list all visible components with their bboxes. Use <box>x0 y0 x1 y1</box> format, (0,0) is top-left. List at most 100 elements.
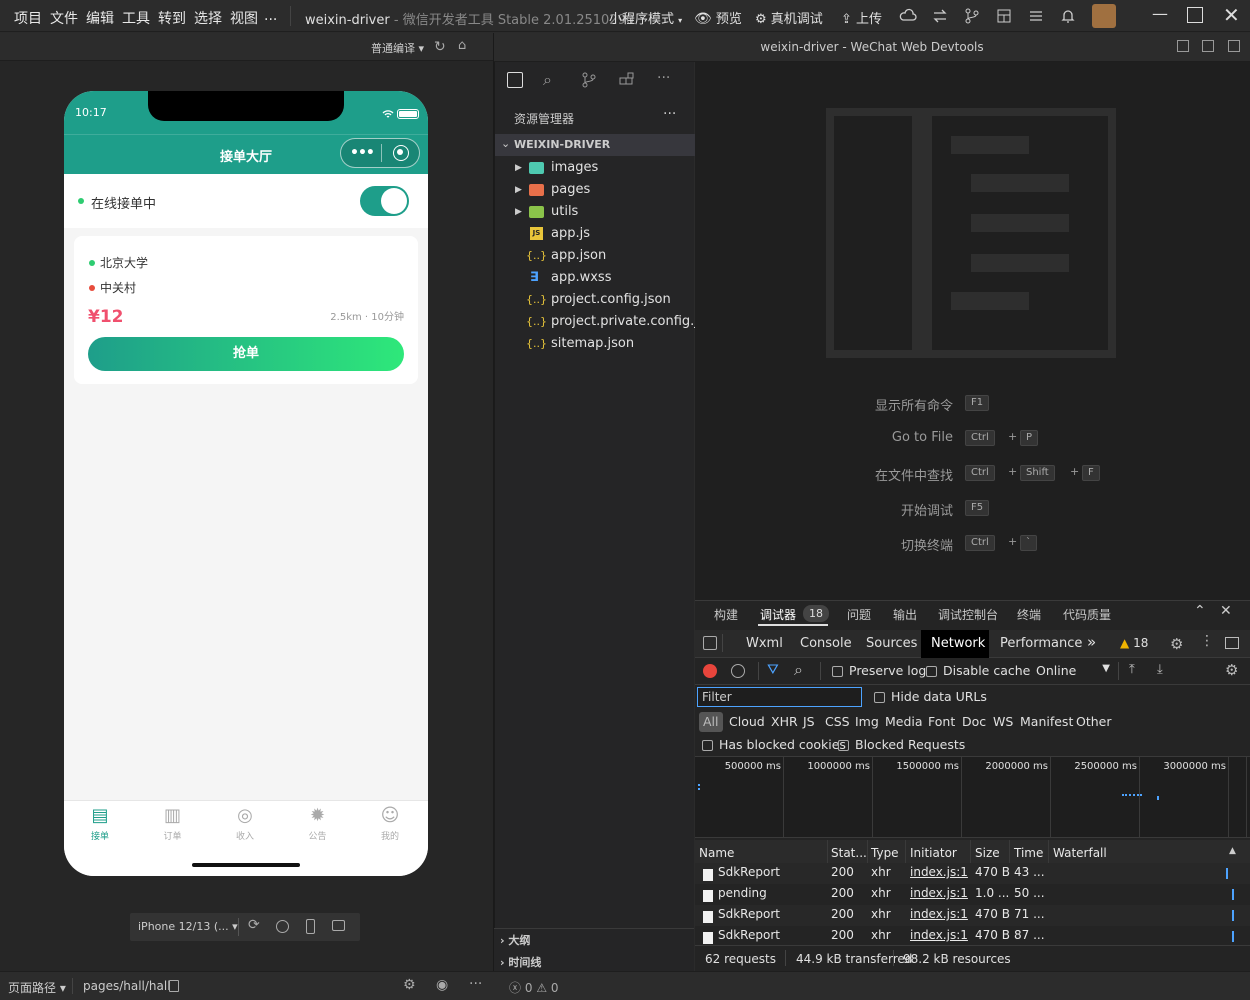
tab-sources[interactable]: Sources <box>866 636 917 651</box>
filter-icon[interactable]: ⛛ <box>767 662 779 678</box>
more-dots-icon[interactable]: ••• <box>350 145 375 161</box>
has-blocked-cookies-checkbox[interactable]: Has blocked cookies <box>702 737 846 752</box>
file-item[interactable]: {..} project.config.json <box>495 289 695 311</box>
filter-manifest[interactable]: Manifest <box>1020 714 1073 729</box>
search-icon[interactable]: ⌕ <box>794 660 803 680</box>
file-item[interactable]: {..} project.private.config.js... <box>495 311 717 333</box>
request-name[interactable]: SdkReport <box>718 928 780 942</box>
file-item[interactable]: ▶ images <box>495 157 695 179</box>
column-header[interactable]: Waterfall <box>1053 846 1107 860</box>
extensions-icon[interactable] <box>619 72 635 88</box>
request-name[interactable]: pending <box>718 886 767 900</box>
phone-icon[interactable] <box>306 919 315 934</box>
tab-4[interactable]: ☺ 我的 <box>360 805 420 847</box>
inspect-icon[interactable] <box>703 636 717 650</box>
copy-icon[interactable] <box>169 980 179 992</box>
bug-icon[interactable]: ⚙ <box>403 977 416 993</box>
more-icon[interactable]: ··· <box>657 70 670 86</box>
files-icon[interactable] <box>507 72 523 88</box>
tab-build[interactable]: 构建 <box>714 606 738 623</box>
close-icon[interactable]: ✕ <box>1223 3 1240 27</box>
filter-xhr[interactable]: XHR <box>771 714 798 729</box>
tab-output[interactable]: 输出 <box>893 606 917 623</box>
menu-file[interactable]: 文件 <box>50 8 78 28</box>
filter-img[interactable]: Img <box>855 714 879 729</box>
request-initiator[interactable]: index.js:1 <box>910 928 968 942</box>
column-header[interactable]: Stat... <box>831 846 867 860</box>
problems-indicator[interactable]: ⓧ 0 ⚠ 0 <box>509 979 559 996</box>
sort-asc-icon[interactable]: ▲ <box>1229 846 1236 856</box>
outline-section[interactable]: › 大纲 <box>500 932 530 948</box>
request-initiator[interactable]: index.js:1 <box>910 865 968 879</box>
toggle-panel-icon[interactable] <box>1202 40 1214 52</box>
mode-select[interactable]: 小程序模式 ▾ <box>609 8 682 27</box>
menu-project[interactable]: 项目 <box>14 8 42 28</box>
more-icon[interactable]: ··· <box>469 976 482 992</box>
minimize-icon[interactable]: — <box>1152 4 1168 23</box>
file-item[interactable]: ▶ utils <box>495 201 695 223</box>
preserve-log-checkbox[interactable]: Preserve log <box>832 663 926 678</box>
filter-ws[interactable]: WS <box>993 714 1013 729</box>
popout-icon[interactable] <box>332 920 345 931</box>
maximize-icon[interactable] <box>1187 7 1203 23</box>
branch-icon[interactable] <box>963 7 981 25</box>
filter-cloud[interactable]: Cloud <box>729 714 765 729</box>
filter-doc[interactable]: Doc <box>962 714 986 729</box>
cloud-icon[interactable] <box>899 7 917 25</box>
request-name[interactable]: SdkReport <box>718 865 780 879</box>
avatar[interactable] <box>1092 4 1116 28</box>
timeline-section[interactable]: › 时间线 <box>500 954 541 970</box>
menu-edit[interactable]: 编辑 <box>86 8 114 28</box>
menu-select[interactable]: 选择 <box>194 8 222 28</box>
column-header[interactable]: Type <box>871 846 899 860</box>
tab-0[interactable]: ▤ 接单 <box>70 805 130 847</box>
tab-debug-console[interactable]: 调试控制台 <box>938 606 998 623</box>
file-item[interactable]: {..} app.json <box>495 245 695 267</box>
tab-2[interactable]: ◎ 收入 <box>215 805 275 847</box>
export-har-icon[interactable]: ⤓ <box>1157 662 1163 677</box>
file-item[interactable]: {..} sitemap.json <box>495 333 695 355</box>
remote-debug-button[interactable]: ⚙ 真机调试 <box>755 8 823 27</box>
filter-all[interactable]: All <box>699 712 723 732</box>
refresh-icon[interactable]: ↻ <box>434 39 446 55</box>
tab-debugger[interactable]: 调试器 <box>760 606 796 623</box>
switch-icon[interactable] <box>931 7 949 25</box>
column-header[interactable]: Initiator <box>910 846 957 860</box>
filter-js[interactable]: JS <box>803 714 815 729</box>
bell-icon[interactable] <box>1059 7 1077 25</box>
eye-icon[interactable]: ◉ <box>436 977 448 993</box>
close-panel-icon[interactable]: ✕ <box>1220 603 1232 619</box>
file-item[interactable]: JS app.js <box>495 223 695 245</box>
request-name[interactable]: SdkReport <box>718 907 780 921</box>
tab-code-quality[interactable]: 代码质量 <box>1063 606 1111 623</box>
blocked-requests-checkbox[interactable]: Blocked Requests <box>838 737 965 752</box>
kebab-menu-icon[interactable]: ⋮ <box>1200 633 1214 649</box>
undock-icon[interactable] <box>1225 637 1239 649</box>
tab-wxml[interactable]: Wxml <box>746 636 783 651</box>
grab-order-button[interactable]: 抢单 <box>88 337 404 371</box>
warnings-indicator[interactable]: ▲ 18 <box>1120 636 1148 650</box>
tab-terminal[interactable]: 终端 <box>1017 606 1041 623</box>
close-miniapp-icon[interactable] <box>393 145 409 161</box>
device-select[interactable]: iPhone 12/13 (... ▾ <box>138 920 238 933</box>
project-root[interactable]: ⌄ WEIXIN-DRIVER <box>495 134 695 156</box>
column-header[interactable]: Name <box>699 846 734 860</box>
compile-mode-select[interactable]: 普通编译 ▾ <box>371 40 424 56</box>
menu-icon[interactable] <box>1027 7 1045 25</box>
request-initiator[interactable]: index.js:1 <box>910 886 968 900</box>
chevron-up-icon[interactable]: ⌃ <box>1194 603 1206 619</box>
request-initiator[interactable]: index.js:1 <box>910 907 968 921</box>
source-control-icon[interactable] <box>581 72 597 88</box>
tab-network[interactable]: Network <box>931 636 985 651</box>
column-header[interactable]: Size <box>975 846 1000 860</box>
layout-icon[interactable] <box>995 7 1013 25</box>
clear-cache-icon[interactable]: ⌂ <box>458 38 466 53</box>
filter-input[interactable]: Filter <box>697 687 862 707</box>
hide-data-urls-checkbox[interactable]: Hide data URLs <box>874 689 987 704</box>
network-settings-icon[interactable]: ⚙ <box>1225 661 1238 679</box>
menu-more[interactable]: ... <box>264 8 277 24</box>
menu-goto[interactable]: 转到 <box>158 8 186 28</box>
page-path-select[interactable]: 页面路径 ▾ <box>8 979 66 996</box>
column-header[interactable]: Time <box>1014 846 1043 860</box>
settings-icon[interactable]: ⚙ <box>1170 635 1183 653</box>
